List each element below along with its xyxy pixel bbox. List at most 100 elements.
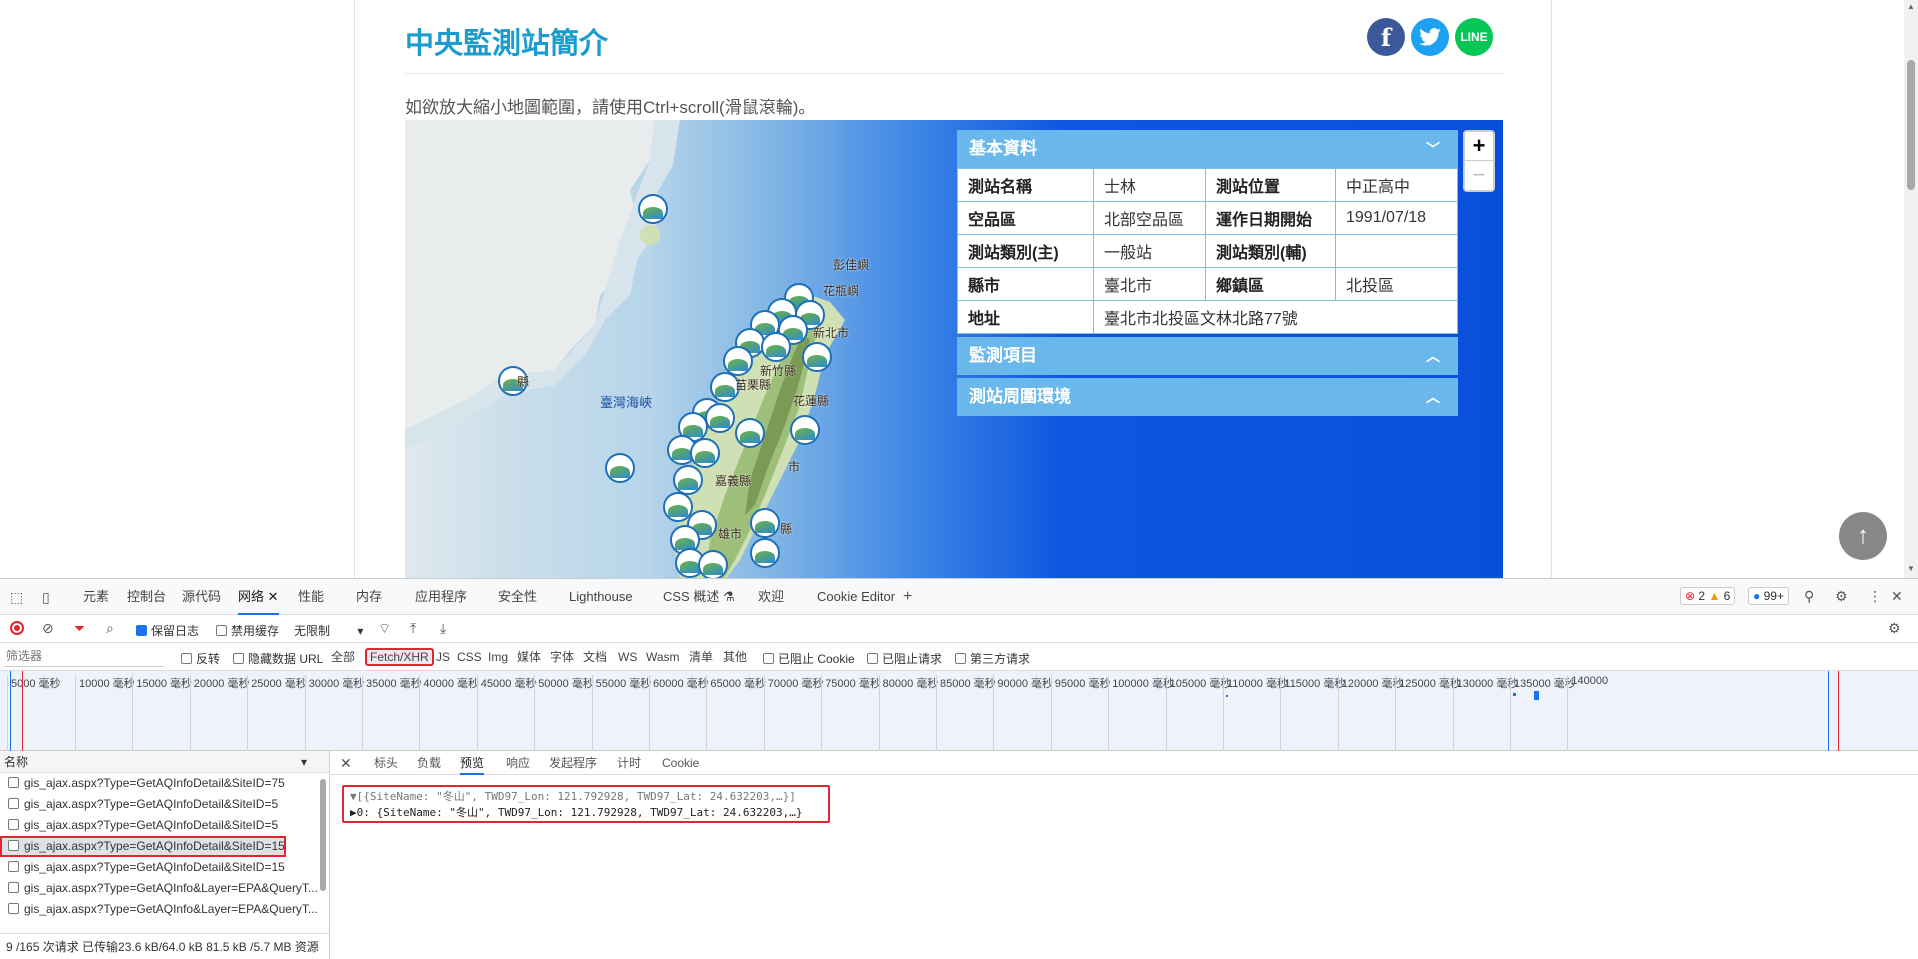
- page-scrollbar[interactable]: ▲ ▼: [1904, 0, 1918, 578]
- filter-font-button[interactable]: 字体: [547, 648, 577, 666]
- tab-headers[interactable]: 标头: [374, 751, 398, 775]
- wifi-icon[interactable]: ⌔: [378, 620, 391, 638]
- tab-performance[interactable]: 性能: [298, 579, 324, 615]
- inspect-element-icon[interactable]: ⬚: [10, 589, 23, 606]
- search-icon[interactable]: ⌕: [106, 620, 114, 637]
- tab-cookies[interactable]: Cookie: [662, 751, 699, 775]
- tab-css-overview[interactable]: CSS 概述 ⚗: [663, 579, 735, 615]
- tab-initiator[interactable]: 发起程序: [549, 751, 597, 775]
- station-marker[interactable]: [638, 194, 668, 224]
- invert-checkbox[interactable]: 反转: [181, 650, 220, 667]
- request-row[interactable]: gis_ajax.aspx?Type=GetAQInfo&Layer=EPA&Q…: [0, 899, 318, 920]
- tab-network[interactable]: 网络 ✕: [238, 579, 279, 615]
- more-options-icon[interactable]: ⋮: [1868, 588, 1882, 605]
- record-icon[interactable]: [10, 621, 24, 635]
- station-marker[interactable]: [750, 508, 780, 538]
- checkbox[interactable]: [216, 625, 227, 636]
- checkbox[interactable]: [136, 625, 147, 636]
- facebook-share-icon[interactable]: f: [1367, 18, 1405, 56]
- scrollbar-thumb[interactable]: [320, 779, 326, 891]
- scrollbar-thumb[interactable]: [1907, 60, 1915, 190]
- preview-item-line[interactable]: ▶0: {SiteName: "冬山", TWD97_Lon: 121.7929…: [350, 805, 822, 821]
- tab-security[interactable]: 安全性: [498, 579, 537, 615]
- checkbox[interactable]: [8, 840, 19, 851]
- disable-cache-checkbox[interactable]: 禁用缓存: [216, 622, 279, 639]
- filter-img-button[interactable]: Img: [485, 648, 511, 666]
- tab-payload[interactable]: 负载: [417, 751, 441, 775]
- checkbox[interactable]: [8, 819, 19, 830]
- gear-icon[interactable]: ⚙: [1835, 588, 1848, 605]
- zoom-in-button[interactable]: +: [1465, 132, 1493, 161]
- request-row[interactable]: gis_ajax.aspx?Type=GetAQInfo&Layer=EPA&Q…: [0, 878, 318, 899]
- basic-info-header[interactable]: 基本資料 ﹀: [957, 130, 1458, 168]
- blocked-requests-checkbox[interactable]: 已阻止请求: [867, 650, 942, 667]
- tab-lighthouse[interactable]: Lighthouse: [569, 579, 633, 615]
- tab-sources[interactable]: 源代码: [182, 579, 221, 615]
- filter-manifest-button[interactable]: 清单: [686, 648, 716, 666]
- filter-css-button[interactable]: CSS: [454, 648, 485, 666]
- close-detail-icon[interactable]: ✕: [340, 751, 352, 775]
- tab-cookie-editor[interactable]: Cookie Editor: [817, 579, 895, 615]
- checkbox[interactable]: [233, 653, 244, 664]
- add-tab-icon[interactable]: +: [903, 588, 912, 606]
- zoom-out-button[interactable]: −: [1465, 161, 1493, 190]
- monitor-items-header[interactable]: 監測項目 ︿: [957, 337, 1458, 375]
- filter-fetch-xhr-button[interactable]: Fetch/XHR: [365, 648, 434, 666]
- checkbox[interactable]: [8, 903, 19, 914]
- blocked-cookies-checkbox[interactable]: 已阻止 Cookie: [763, 650, 855, 667]
- checkbox[interactable]: [8, 861, 19, 872]
- checkbox[interactable]: [8, 777, 19, 788]
- network-timeline[interactable]: 5000 毫秒 10000 毫秒 15000 毫秒 20000 毫秒 25000 毫秒 3…: [0, 671, 1918, 751]
- scroll-up-arrow-icon[interactable]: ▲: [1907, 2, 1915, 11]
- tab-elements[interactable]: 元素: [83, 579, 109, 615]
- filter-media-button[interactable]: 媒体: [514, 648, 544, 666]
- filter-ws-button[interactable]: WS: [615, 648, 640, 666]
- connect-icon[interactable]: ⚲: [1804, 588, 1814, 605]
- upload-icon[interactable]: ⤒: [410, 620, 416, 637]
- preview-array-line[interactable]: ▼[{SiteName: "冬山", TWD97_Lon: 121.792928…: [350, 789, 822, 805]
- station-marker[interactable]: [673, 465, 703, 495]
- station-marker[interactable]: [761, 332, 791, 362]
- device-toolbar-icon[interactable]: ▯: [42, 589, 50, 606]
- request-row[interactable]: gis_ajax.aspx?Type=GetAQInfoDetail&SiteI…: [0, 857, 318, 878]
- request-list-scrollbar[interactable]: [318, 773, 328, 933]
- filter-icon[interactable]: ⏷: [74, 620, 85, 637]
- filter-other-button[interactable]: 其他: [720, 648, 750, 666]
- tab-application[interactable]: 应用程序: [415, 579, 467, 615]
- checkbox[interactable]: [955, 653, 966, 664]
- clear-icon[interactable]: ⊘: [42, 620, 54, 637]
- station-marker[interactable]: [690, 438, 720, 468]
- request-row[interactable]: gis_ajax.aspx?Type=GetAQInfoDetail&SiteI…: [0, 815, 318, 836]
- tab-console[interactable]: 控制台: [127, 579, 166, 615]
- line-share-icon[interactable]: LINE: [1455, 18, 1493, 56]
- checkbox[interactable]: [8, 798, 19, 809]
- third-party-checkbox[interactable]: 第三方请求: [955, 650, 1030, 667]
- download-icon[interactable]: ⤓: [440, 620, 446, 637]
- tab-preview[interactable]: 预览: [460, 751, 485, 775]
- close-devtools-icon[interactable]: ✕: [1891, 588, 1903, 605]
- tab-welcome[interactable]: 欢迎: [758, 579, 784, 615]
- name-column-header[interactable]: 名称 ▾: [0, 751, 329, 773]
- station-marker[interactable]: [790, 415, 820, 445]
- environment-header[interactable]: 測站周圍環境 ︿: [957, 378, 1458, 416]
- scroll-to-top-button[interactable]: ↑: [1839, 512, 1887, 560]
- station-marker[interactable]: [735, 418, 765, 448]
- request-row[interactable]: gis_ajax.aspx?Type=GetAQInfoDetail&SiteI…: [0, 794, 318, 815]
- checkbox[interactable]: [181, 653, 192, 664]
- tab-timing[interactable]: 计时: [617, 751, 641, 775]
- messages-badge[interactable]: ● 99+: [1748, 587, 1789, 605]
- issues-badge[interactable]: ⊗ 2 ▲ 6: [1680, 587, 1736, 605]
- filter-js-button[interactable]: JS: [433, 648, 453, 666]
- request-row[interactable]: gis_ajax.aspx?Type=GetAQInfoDetail&SiteI…: [0, 773, 318, 794]
- filter-doc-button[interactable]: 文档: [580, 648, 610, 666]
- preserve-log-checkbox[interactable]: 保留日志: [136, 622, 199, 639]
- hide-data-urls-checkbox[interactable]: 隐藏数据 URL: [233, 650, 323, 667]
- close-icon[interactable]: ✕: [268, 589, 279, 604]
- request-row-selected[interactable]: gis_ajax.aspx?Type=GetAQInfoDetail&SiteI…: [0, 836, 286, 857]
- throttle-select[interactable]: 无限制 ▾: [294, 622, 363, 639]
- twitter-share-icon[interactable]: [1411, 18, 1449, 56]
- station-marker[interactable]: [605, 453, 635, 483]
- filter-all-button[interactable]: 全部: [328, 648, 358, 666]
- tab-response[interactable]: 响应: [506, 751, 530, 775]
- checkbox[interactable]: [763, 653, 774, 664]
